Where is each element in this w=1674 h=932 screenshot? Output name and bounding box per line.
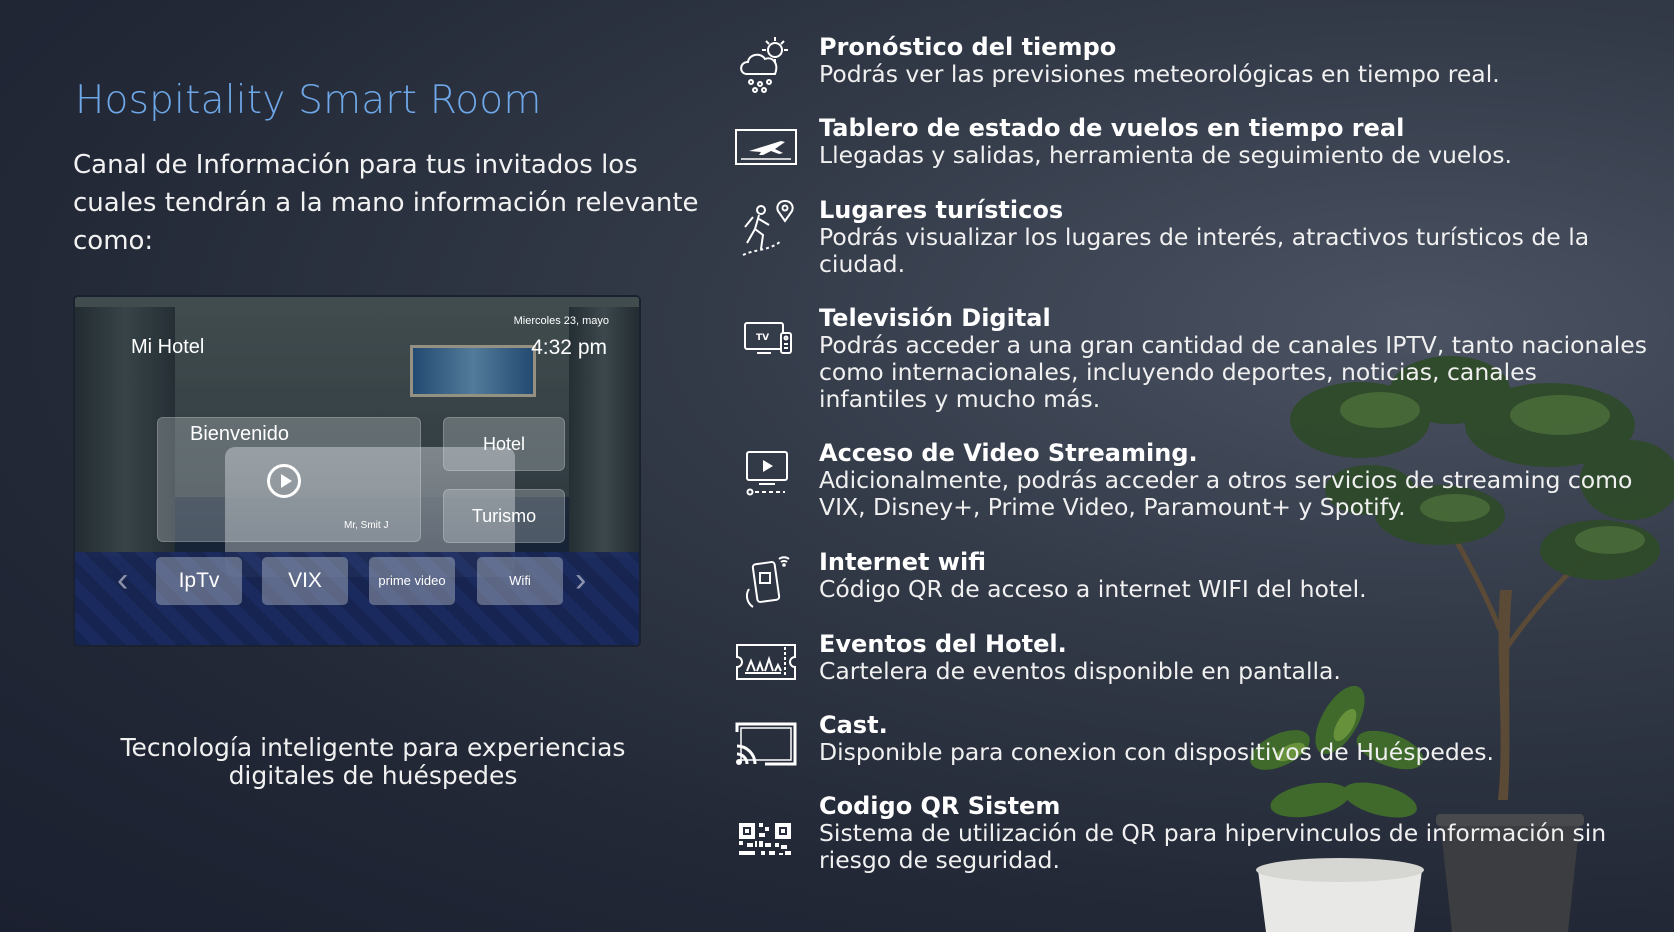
feature-description: Podrás visualizar los lugares de interés… [819, 223, 1590, 278]
feature-description: Adicionalmente, podrás acceder a otros s… [819, 466, 1633, 521]
phone-wifi-qr-icon [745, 556, 790, 608]
feature-title: Televisión Digital [819, 304, 1051, 332]
weather-icon [740, 37, 788, 93]
feature-title: Codigo QR Sistem [819, 792, 1061, 820]
feature-description: Disponible para conexion con dispositivo… [819, 738, 1494, 766]
video-streaming-icon [746, 451, 788, 496]
cast-icon [735, 722, 797, 766]
feature-description: Código QR de acceso a internet WIFI del … [819, 575, 1367, 603]
feature-description: Cartelera de eventos disponible en panta… [819, 657, 1341, 685]
feature-title: Acceso de Video Streaming. [819, 439, 1198, 467]
feature-description: Podrás acceder a una gran cantidad de ca… [819, 331, 1647, 413]
feature-title: Pronóstico del tiempo [819, 33, 1117, 61]
feature-title: Tablero de estado de vuelos en tiempo re… [819, 114, 1405, 142]
hiker-location-icon [742, 199, 794, 256]
feature-description: Llegadas y salidas, herramienta de segui… [819, 141, 1512, 169]
flight-board-icon [735, 129, 797, 165]
feature-description: Sistema de utilización de QR para hiperv… [819, 819, 1607, 874]
tv-date: Miercoles 23, mayo [513, 315, 609, 327]
app-button-vix[interactable]: VIX [262, 557, 348, 605]
guest-name: Mr, Smit J [344, 520, 389, 531]
app-button-iptv[interactable]: IpTv [156, 557, 242, 605]
app-button-wifi[interactable]: Wifi [477, 557, 563, 605]
feature-description: Podrás ver las previsiones meteorológica… [819, 60, 1500, 88]
tv-screen-preview: Miercoles 23, mayo Mi Hotel 4:32 pm Bien… [75, 297, 639, 645]
feature-title: Internet wifi [819, 548, 986, 576]
svg-text:TV: TV [756, 333, 769, 343]
tagline: Tecnología inteligente para experiencias… [120, 733, 626, 790]
welcome-panel[interactable]: Bienvenido Mr, Smit J [157, 417, 421, 542]
tv-icon: TV [744, 322, 792, 354]
hotel-button[interactable]: Hotel [443, 417, 565, 471]
app-button-prime-video[interactable]: prime video [369, 557, 455, 605]
feature-title: Cast. [819, 711, 888, 739]
feature-title: Eventos del Hotel. [819, 630, 1067, 658]
intro-text: Canal de Información para tus invitados … [73, 150, 699, 256]
chevron-left-icon[interactable]: ‹ [117, 563, 128, 597]
qr-code-icon [739, 823, 791, 855]
event-ticket-icon [736, 644, 796, 680]
tourism-button[interactable]: Turismo [443, 489, 565, 543]
feature-title: Lugares turísticos [819, 196, 1064, 224]
tv-hotel-name: Mi Hotel [131, 336, 205, 358]
chevron-right-icon[interactable]: › [575, 563, 586, 597]
tv-clock: 4:32 pm [531, 336, 607, 359]
page-title: Hospitality Smart Room [75, 78, 542, 123]
play-icon[interactable] [267, 464, 301, 498]
welcome-label: Bienvenido [190, 423, 289, 445]
